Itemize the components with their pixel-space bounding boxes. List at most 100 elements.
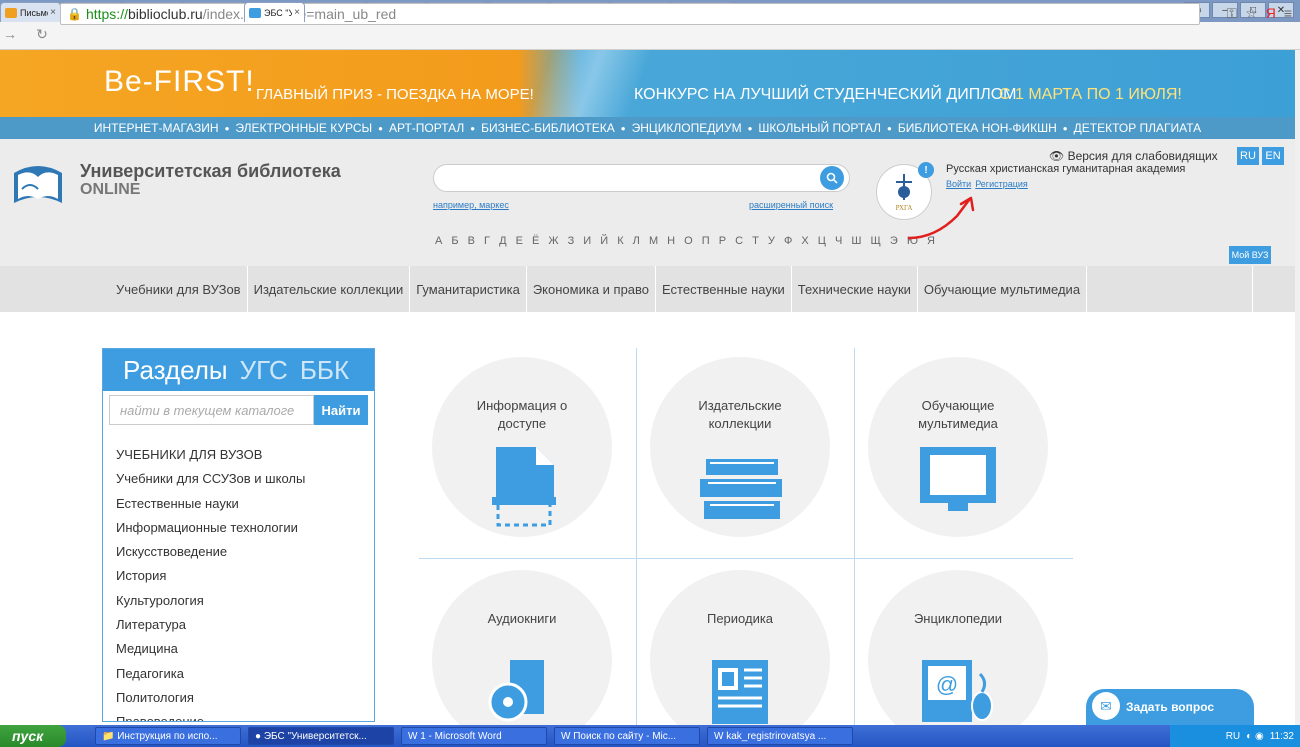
section-list-item[interactable]: Учебники для ССУЗов и школы [116,467,305,491]
category-menu-item[interactable]: Естественные науки [656,266,792,312]
visually-impaired-link[interactable]: 👁 Версия для слабовидящих [1049,149,1218,163]
section-list-item[interactable]: Литература [116,613,305,637]
section-list-item[interactable]: История [116,564,305,588]
taskbar-item[interactable]: W Поиск по сайту - Mic... [554,727,700,745]
tile-label: Энциклопедии [913,611,1003,626]
register-link[interactable]: Регистрация [975,179,1028,189]
url-host: biblioclub.ru [127,6,203,22]
academy-name: Русская христианская гуманитарная академ… [946,163,1186,175]
portal-nav-link[interactable]: ЭЛЕКТРОННЫЕ КУРСЫ [235,121,372,135]
close-icon[interactable]: × [294,7,300,18]
start-button[interactable]: пуск [0,725,66,747]
portal-nav-link[interactable]: ШКОЛЬНЫЙ ПОРТАЛ [758,121,881,135]
bookmark-star-icon[interactable]: ☆ [1245,5,1258,22]
portal-nav: ИНТЕРНЕТ-МАГАЗИН ● ЭЛЕКТРОННЫЕ КУРСЫ ● АРТ-П… [0,117,1295,139]
tray-clock: 11:32 [1269,730,1294,742]
category-menu-items: Учебники для ВУЗов Издательские коллекции… [110,266,1254,312]
category-menu-item[interactable]: Экономика и право [527,266,657,312]
category-menu-item[interactable]: Гуманитаристика [410,266,527,312]
tile-encyclopedias[interactable]: Энциклопедии @ [868,570,1048,747]
taskbar-item[interactable]: W 1 - Microsoft Word [401,727,547,745]
logo-subtitle[interactable]: ONLINE [80,181,140,199]
tab-ugs[interactable]: УГС [240,355,288,386]
section-list-item[interactable]: Педагогика [116,662,305,686]
section-list-item[interactable]: Естественные науки [116,492,305,516]
banner-wave-decoration [520,50,660,117]
tile-periodicals[interactable]: Периодика [650,570,830,747]
separator-dot: ● [620,123,626,133]
separator-dot: ● [378,123,383,133]
browser-tab[interactable]: ЭБС "Ун× [244,2,305,22]
close-icon[interactable]: × [50,7,56,18]
separator-dot: ● [747,123,753,133]
section-list-item[interactable]: Правоведение [116,710,305,721]
tile-audiobooks[interactable]: Аудиокниги [432,570,612,747]
tray-icons[interactable]: ◐ ◉ [1246,731,1264,742]
taskbar-item[interactable]: ● ЭБС "Университетск... [248,727,394,745]
portal-nav-link[interactable]: АРТ-ПОРТАЛ [389,121,464,135]
key-icon[interactable]: ⚿ [1226,5,1237,22]
mail-icon [5,7,17,18]
catalog-search-input[interactable]: найти в текущем каталоге [109,395,314,425]
lang-en-button[interactable]: EN [1262,147,1284,165]
category-menu-item[interactable]: Учебники для ВУЗов [110,266,248,312]
encyclopedia-icon: @ [922,660,993,722]
logo-book-icon[interactable] [8,159,68,209]
ask-question-button[interactable]: ✉ Задать вопрос [1086,689,1254,725]
yandex-icon[interactable]: Я [1266,5,1276,22]
category-menu-item[interactable]: Издательские коллекции [248,266,411,312]
search-input[interactable] [433,164,850,192]
books-icon [700,459,782,519]
notification-badge[interactable]: ! [918,162,934,178]
section-list-item[interactable]: Политология [116,686,305,710]
svg-text:@: @ [936,672,958,697]
tile-label: Аудиокниги [487,611,557,626]
tile-multimedia[interactable]: Обучающие мультимедиа [868,357,1048,537]
portal-nav-link[interactable]: БИБЛИОТЕКА НОН-ФИКШН [898,121,1057,135]
separator-dot: ● [1062,123,1068,133]
portal-nav-link[interactable]: БИЗНЕС-БИБЛИОТЕКА [481,121,615,135]
tile-publisher-collections[interactable]: Издательские коллекции [650,357,830,537]
eye-icon: 👁 [1049,149,1065,163]
portal-nav-link[interactable]: ИНТЕРНЕТ-МАГАЗИН [94,121,219,135]
reload-icon[interactable]: ↻ [32,26,52,43]
portal-nav-link[interactable]: ДЕТЕКТОР ПЛАГИАТА [1074,121,1202,135]
tray-lang[interactable]: RU [1226,731,1240,742]
banner-contest: КОНКУРС НА ЛУЧШИЙ СТУДЕНЧЕСКИЙ ДИПЛОМ [634,86,1017,103]
logo-title[interactable]: Университетская библиотека [80,161,341,182]
url-field[interactable]: 🔒 https://biblioclub.ru/index.php?page=m… [60,3,1200,25]
search-example-link[interactable]: например, маркес [433,200,509,210]
tile-access-info[interactable]: Информация о доступе [432,357,612,537]
page-scrollbar[interactable] [1295,50,1300,725]
section-list-item[interactable]: Информационные технологии [116,516,305,540]
alphabet-index[interactable]: А Б В Г Д Е Ё Ж З И Й К Л М Н О П Р С Т … [435,235,938,247]
section-list-item[interactable]: УЧЕБНИКИ ДЛЯ ВУЗОВ [116,443,305,467]
section-list-item[interactable]: Медицина [116,637,305,661]
tab-bbk[interactable]: ББК [300,355,349,386]
lang-ru-button[interactable]: RU [1237,147,1259,165]
tile-label: Периодика [706,611,774,626]
login-link[interactable]: Войти [946,179,971,189]
taskbar-item[interactable]: W kak_registrirovatsya ... [707,727,853,745]
my-vuz-button[interactable]: Мой ВУЗ [1229,246,1271,264]
search-icon[interactable] [820,166,844,190]
taskbar-item[interactable]: 📁 Инструкция по испо... [95,727,241,745]
browser-tab[interactable]: Письмо× [0,2,61,22]
banner-dates: С 1 МАРТА ПО 1 ИЮЛЯ! [999,86,1182,103]
separator-dot: ● [470,123,476,133]
advanced-search-link[interactable]: расширенный поиск [749,200,833,210]
section-list-item[interactable]: Искусствоведение [116,540,305,564]
address-bar: → ↻ [0,22,1300,50]
tile-label: Издательские коллекции [698,398,782,431]
tab-sections[interactable]: Разделы [123,355,228,386]
category-menu: Учебники для ВУЗов Издательские коллекции… [0,266,1295,312]
sections-panel: Разделы УГС ББК найти в текущем каталоге… [102,348,375,722]
catalog-search-button[interactable]: Найти [314,395,368,425]
category-menu-item[interactable]: Обучающие мультимедиа [918,266,1088,312]
section-list-item[interactable]: Культурология [116,589,305,613]
promo-banner[interactable]: Be-FIRST! ГЛАВНЫЙ ПРИЗ - ПОЕЗДКА НА МОРЕ… [0,50,1295,117]
forward-icon[interactable]: → [0,26,20,42]
category-menu-item[interactable]: Технические науки [792,266,918,312]
menu-icon[interactable]: ≡ [1284,5,1292,22]
portal-nav-link[interactable]: ЭНЦИКЛОПЕДИУМ [632,121,742,135]
